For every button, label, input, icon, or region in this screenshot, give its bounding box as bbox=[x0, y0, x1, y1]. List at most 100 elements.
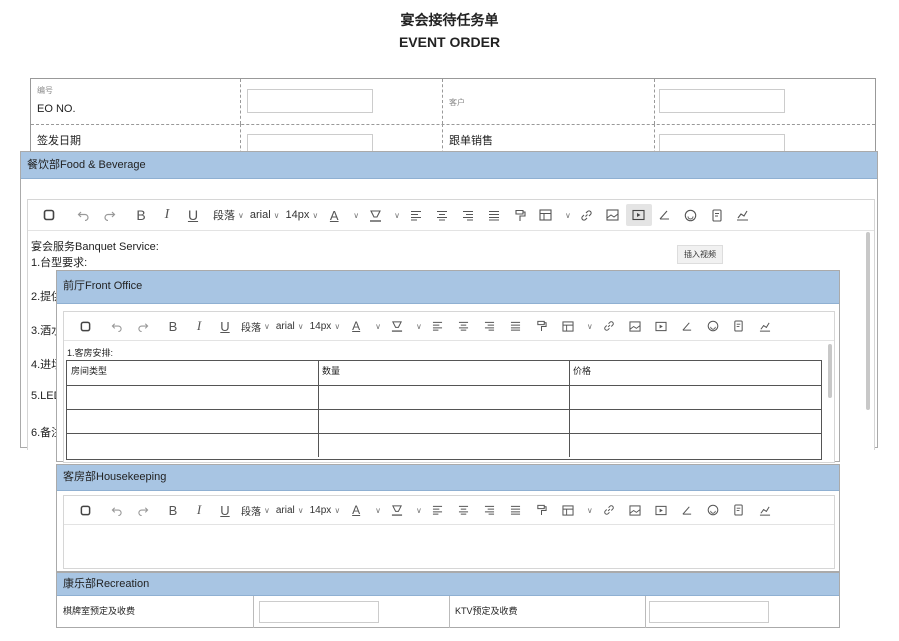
align-left-icon[interactable] bbox=[425, 315, 451, 337]
align-center-icon[interactable] bbox=[429, 204, 455, 226]
format-painter-icon[interactable] bbox=[529, 499, 555, 521]
table-icon[interactable] bbox=[555, 315, 581, 337]
underline-icon[interactable]: U bbox=[212, 499, 238, 521]
size-dropdown[interactable]: 14px ∨ bbox=[307, 315, 344, 337]
link-icon[interactable] bbox=[596, 315, 622, 337]
redo-icon[interactable] bbox=[96, 204, 122, 226]
square-icon[interactable] bbox=[36, 204, 62, 226]
link-icon[interactable] bbox=[596, 499, 622, 521]
emoji-icon[interactable] bbox=[700, 499, 726, 521]
chart-icon[interactable] bbox=[752, 499, 778, 521]
video-icon[interactable] bbox=[648, 315, 674, 337]
redo-icon[interactable] bbox=[130, 315, 156, 337]
template-icon[interactable] bbox=[704, 204, 730, 226]
table-icon[interactable] bbox=[555, 499, 581, 521]
housekeeping-editor[interactable]: B I U 段落 ∨ arial ∨ 14px ∨ A ∨ ∨ ∨ bbox=[63, 495, 835, 569]
align-left-icon[interactable] bbox=[403, 204, 429, 226]
justify-icon[interactable] bbox=[481, 204, 507, 226]
font-color-icon[interactable]: A bbox=[343, 315, 369, 337]
font-dropdown[interactable]: arial ∨ bbox=[273, 499, 307, 521]
size-dropdown[interactable]: 14px ∨ bbox=[283, 204, 322, 226]
format-painter-icon[interactable] bbox=[529, 315, 555, 337]
table-cell[interactable]: 房间类型 bbox=[67, 361, 319, 385]
chevron-down-icon[interactable]: ∨ bbox=[369, 315, 384, 337]
square-icon[interactable] bbox=[72, 499, 98, 521]
undo-icon[interactable] bbox=[104, 315, 130, 337]
image-icon[interactable] bbox=[600, 204, 626, 226]
table-cell[interactable] bbox=[67, 409, 319, 433]
align-left-icon[interactable] bbox=[425, 499, 451, 521]
table-cell[interactable] bbox=[318, 409, 570, 433]
table-cell[interactable] bbox=[569, 433, 821, 457]
table-cell[interactable] bbox=[67, 433, 319, 457]
size-dropdown[interactable]: 14px ∨ bbox=[307, 499, 344, 521]
link-icon[interactable] bbox=[574, 204, 600, 226]
table-cell[interactable] bbox=[318, 433, 570, 457]
underline-icon[interactable]: U bbox=[180, 204, 206, 226]
chevron-down-icon[interactable]: ∨ bbox=[581, 315, 596, 337]
font-dropdown[interactable]: arial ∨ bbox=[273, 315, 307, 337]
video-icon[interactable] bbox=[625, 204, 652, 226]
scrollbar[interactable] bbox=[866, 232, 870, 410]
chevron-down-icon[interactable]: ∨ bbox=[347, 204, 362, 226]
chevron-down-icon[interactable]: ∨ bbox=[369, 499, 384, 521]
bold-icon[interactable]: B bbox=[160, 315, 186, 337]
chevron-down-icon[interactable]: ∨ bbox=[388, 204, 403, 226]
align-center-icon[interactable] bbox=[451, 499, 477, 521]
video-icon[interactable] bbox=[648, 499, 674, 521]
bold-icon[interactable]: B bbox=[128, 204, 154, 226]
redo-icon[interactable] bbox=[130, 499, 156, 521]
align-right-icon[interactable] bbox=[477, 499, 503, 521]
table-cell[interactable]: 数量 bbox=[318, 361, 570, 385]
highlight-icon[interactable] bbox=[362, 204, 388, 226]
signature-icon[interactable] bbox=[652, 204, 678, 226]
justify-icon[interactable] bbox=[503, 499, 529, 521]
eo-no-input[interactable] bbox=[247, 89, 373, 113]
italic-icon[interactable]: I bbox=[186, 499, 212, 521]
italic-icon[interactable]: I bbox=[186, 315, 212, 337]
justify-icon[interactable] bbox=[503, 315, 529, 337]
font-dropdown[interactable]: arial ∨ bbox=[247, 204, 283, 226]
image-icon[interactable] bbox=[622, 499, 648, 521]
mahjong-room-input[interactable] bbox=[259, 601, 379, 623]
ktv-input[interactable] bbox=[649, 601, 769, 623]
front-editor[interactable]: B I U 段落 ∨ arial ∨ 14px ∨ A ∨ ∨ ∨ 1.客房安排: bbox=[63, 311, 835, 463]
table-icon[interactable] bbox=[533, 204, 559, 226]
chart-icon[interactable] bbox=[752, 315, 778, 337]
italic-icon[interactable]: I bbox=[154, 204, 180, 226]
paragraph-dropdown[interactable]: 段落 ∨ bbox=[210, 204, 247, 226]
align-center-icon[interactable] bbox=[451, 315, 477, 337]
chevron-down-icon[interactable]: ∨ bbox=[581, 499, 596, 521]
template-icon[interactable] bbox=[726, 499, 752, 521]
highlight-icon[interactable] bbox=[384, 315, 410, 337]
highlight-icon[interactable] bbox=[384, 499, 410, 521]
scrollbar[interactable] bbox=[828, 344, 832, 398]
chevron-down-icon[interactable]: ∨ bbox=[559, 204, 574, 226]
align-right-icon[interactable] bbox=[477, 315, 503, 337]
signature-icon[interactable] bbox=[674, 315, 700, 337]
paragraph-dropdown[interactable]: 段落 ∨ bbox=[238, 499, 273, 521]
table-cell[interactable] bbox=[67, 385, 319, 409]
table-cell[interactable]: 价格 bbox=[569, 361, 821, 385]
font-color-icon[interactable]: A bbox=[321, 204, 347, 226]
format-painter-icon[interactable] bbox=[507, 204, 533, 226]
table-cell[interactable] bbox=[569, 385, 821, 409]
chart-icon[interactable] bbox=[730, 204, 756, 226]
template-icon[interactable] bbox=[726, 315, 752, 337]
emoji-icon[interactable] bbox=[678, 204, 704, 226]
image-icon[interactable] bbox=[622, 315, 648, 337]
chevron-down-icon[interactable]: ∨ bbox=[410, 499, 425, 521]
emoji-icon[interactable] bbox=[700, 315, 726, 337]
bold-icon[interactable]: B bbox=[160, 499, 186, 521]
underline-icon[interactable]: U bbox=[212, 315, 238, 337]
paragraph-dropdown[interactable]: 段落 ∨ bbox=[238, 315, 273, 337]
font-color-icon[interactable]: A bbox=[343, 499, 369, 521]
align-right-icon[interactable] bbox=[455, 204, 481, 226]
chevron-down-icon[interactable]: ∨ bbox=[410, 315, 425, 337]
undo-icon[interactable] bbox=[104, 499, 130, 521]
table-cell[interactable] bbox=[318, 385, 570, 409]
signature-icon[interactable] bbox=[674, 499, 700, 521]
table-cell[interactable] bbox=[569, 409, 821, 433]
customer-input[interactable] bbox=[659, 89, 785, 113]
undo-icon[interactable] bbox=[70, 204, 96, 226]
